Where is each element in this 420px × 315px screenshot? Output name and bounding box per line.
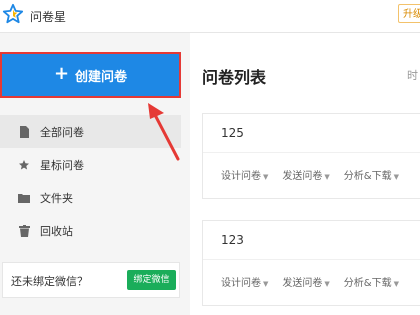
top-header: 问卷星 升级	[0, 0, 420, 33]
caret-down-icon: ▼	[324, 173, 330, 181]
survey-card: 125 设计问卷 ▼ 发送问卷 ▼ 分析&下载 ▼	[202, 113, 420, 199]
app-name[interactable]: 问卷星	[30, 8, 66, 25]
sidebar-item-label: 文件夹	[40, 191, 73, 205]
trash-icon	[18, 224, 30, 237]
sidebar-item-label: 全部问卷	[40, 125, 84, 139]
wechat-prompt: 还未绑定微信？	[11, 275, 88, 288]
sort-by-time-label[interactable]: 时	[407, 67, 418, 83]
survey-actions: 设计问卷 ▼ 发送问卷 ▼ 分析&下载 ▼	[221, 167, 399, 182]
analyze-download-button[interactable]: 分析&下载 ▼	[344, 274, 399, 289]
survey-name[interactable]: 123	[221, 233, 244, 247]
sidebar-item-label: 回收站	[40, 224, 73, 238]
caret-down-icon: ▼	[263, 280, 269, 288]
card-divider	[203, 152, 420, 153]
create-survey-button[interactable]: + 创建问卷	[0, 52, 181, 98]
caret-down-icon: ▼	[324, 280, 330, 288]
send-survey-button[interactable]: 发送问卷 ▼	[282, 167, 329, 182]
send-survey-button[interactable]: 发送问卷 ▼	[282, 274, 329, 289]
page-title: 问卷列表	[202, 68, 267, 87]
annotation-arrow-icon	[148, 103, 180, 161]
sidebar-item-folder[interactable]: 文件夹	[0, 181, 181, 214]
sidebar-item-trash[interactable]: 回收站	[0, 214, 181, 247]
bind-wechat-button[interactable]: 绑定微信	[127, 270, 176, 290]
analyze-download-button[interactable]: 分析&下载 ▼	[344, 167, 399, 182]
action-label: 设计问卷	[221, 171, 261, 182]
folder-icon	[18, 192, 30, 204]
action-label: 分析&下载	[343, 171, 392, 182]
card-divider	[203, 259, 420, 260]
survey-card: 123 设计问卷 ▼ 发送问卷 ▼ 分析&下载 ▼	[202, 220, 420, 306]
survey-actions: 设计问卷 ▼ 发送问卷 ▼ 分析&下载 ▼	[221, 274, 399, 289]
action-label: 分析&下载	[343, 278, 392, 289]
action-label: 发送问卷	[282, 278, 323, 289]
upgrade-button[interactable]: 升级	[398, 4, 420, 23]
design-survey-button[interactable]: 设计问卷 ▼	[221, 274, 268, 289]
caret-down-icon: ▼	[393, 173, 399, 181]
caret-down-icon: ▼	[393, 280, 399, 288]
caret-down-icon: ▼	[263, 173, 269, 181]
plus-icon: +	[53, 63, 70, 84]
document-icon	[18, 125, 30, 138]
sidebar-item-label: 星标问卷	[40, 158, 84, 172]
action-label: 发送问卷	[282, 171, 323, 182]
action-label: 设计问卷	[221, 278, 261, 289]
design-survey-button[interactable]: 设计问卷 ▼	[221, 167, 268, 182]
wechat-bind-panel: 还未绑定微信？ 绑定微信	[2, 262, 180, 298]
survey-name[interactable]: 125	[221, 126, 244, 140]
star-logo-icon[interactable]	[2, 3, 24, 25]
create-survey-label: 创建问卷	[75, 69, 128, 85]
star-icon	[18, 159, 30, 171]
